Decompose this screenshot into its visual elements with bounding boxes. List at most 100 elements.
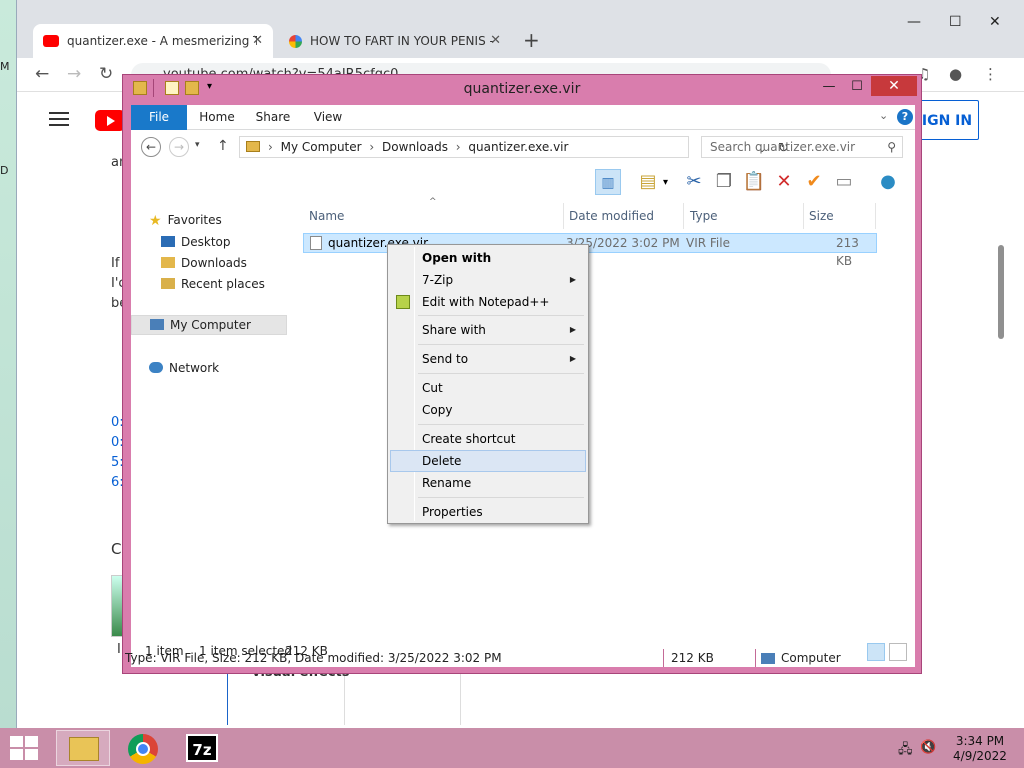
taskbar-file-explorer[interactable] [56,730,110,766]
file-explorer-icon [69,737,99,761]
profile-avatar-icon[interactable]: ● [949,65,962,83]
taskbar-chrome[interactable] [116,730,170,766]
reload-icon[interactable]: ↻ [99,64,113,84]
chevron-right-icon[interactable]: › [456,140,461,154]
nav-downloads[interactable]: Downloads [161,256,247,270]
recent-places-icon [161,278,175,289]
nav-favorites[interactable]: ★ Favorites [149,213,222,229]
tab-share[interactable]: Share [249,105,297,130]
tab-close-icon[interactable]: ✕ [252,33,263,48]
file-type: VIR File [686,236,730,250]
navigation-pane: ★ Favorites Desktop Downloads Recent plac… [131,203,289,639]
column-date-modified[interactable]: Date modified [569,209,654,223]
chevron-right-icon: › [268,140,273,154]
close-icon[interactable]: ✕ [989,14,1001,30]
close-icon[interactable]: ✕ [871,76,917,96]
check-icon[interactable]: ✔ [801,169,827,195]
minimize-icon[interactable]: — [817,77,841,97]
menu-item-edit-notepad[interactable]: Edit with Notepad++ [390,291,586,313]
explorer-title-bar[interactable]: ▾ quantizer.exe.vir — ☐ ✕ [123,75,921,105]
tab-home[interactable]: Home [193,105,241,130]
breadcrumb-downloads[interactable]: Downloads [382,140,448,154]
paste-icon[interactable]: 📋 [741,169,767,195]
clock-date: 4/9/2022 [953,749,1007,763]
column-size[interactable]: Size [809,209,834,223]
youtube-logo-icon[interactable] [95,110,125,131]
menu-item-create-shortcut[interactable]: Create shortcut [390,428,586,450]
network-icon[interactable]: 🖧 [898,740,913,762]
desktop-icon-label[interactable]: M [0,60,10,73]
menu-item-7zip[interactable]: 7-Zip ▶ [390,269,586,291]
column-name[interactable]: Name [309,209,344,223]
chrome-tab-youtube[interactable]: quantizer.exe - A mesmerizing Tr ✕ [33,24,273,58]
nav-my-computer[interactable]: My Computer [131,315,287,335]
taskbar-7zip[interactable]: 7z [176,730,230,766]
maximize-icon[interactable]: ☐ [949,14,962,30]
divider [755,649,756,667]
new-tab-button[interactable]: + [523,28,540,52]
desktop-icon-label[interactable]: D [0,164,8,177]
menu-item-cut[interactable]: Cut [390,377,586,399]
menu-dots-icon[interactable]: ⋮ [983,65,998,83]
menu-item-properties[interactable]: Properties [390,501,586,523]
file-size: 213 KB [836,236,859,268]
search-input[interactable]: Search quantizer.exe.vir ⚲ [701,136,903,158]
delete-icon[interactable]: ✕ [771,169,797,195]
globe-icon[interactable]: ● [875,169,901,195]
column-divider[interactable] [875,203,876,229]
ribbon: File Home Share View ⌄ ? [131,105,915,130]
forward-arrow-icon[interactable]: → [67,64,81,84]
description-text: If [111,256,120,271]
column-type[interactable]: Type [690,209,718,223]
search-icon: ⚲ [887,140,896,154]
network-icon [149,362,163,373]
rename-icon[interactable]: ▭ [831,169,857,195]
chevron-down-icon[interactable]: ▾ [663,177,668,188]
system-clock[interactable]: 3:34 PM 4/9/2022 [950,734,1010,764]
context-menu: Open with 7-Zip ▶ Edit with Notepad++ Sha… [387,244,589,524]
chrome-tab-google[interactable]: HOW TO FART IN YOUR PENIS - ✕ [279,24,511,58]
tab-close-icon[interactable]: ✕ [490,33,501,48]
column-divider[interactable] [803,203,804,229]
nav-network[interactable]: Network [149,361,219,375]
menu-item-send-to[interactable]: Send to ▶ [390,348,586,370]
help-icon[interactable]: ? [897,109,913,125]
recent-locations-icon[interactable]: ▾ [195,140,200,150]
maximize-icon[interactable]: ☐ [845,77,869,97]
menu-item-share-with[interactable]: Share with ▶ [390,319,586,341]
preview-pane-icon[interactable]: ▥ [595,169,621,195]
minimize-icon[interactable]: — [907,14,921,30]
menu-item-delete[interactable]: Delete [390,450,586,472]
tab-file[interactable]: File [131,105,187,130]
menu-item-rename[interactable]: Rename [390,472,586,494]
nav-desktop[interactable]: Desktop [161,235,231,249]
details-size: 212 KB [671,651,714,665]
back-arrow-icon[interactable]: ← [141,137,161,157]
youtube-icon [43,35,59,47]
column-divider[interactable] [563,203,564,229]
expand-ribbon-icon[interactable]: ⌄ [879,109,888,122]
notepad-plus-plus-icon [396,295,410,309]
breadcrumb-my-computer[interactable]: My Computer [281,140,362,154]
breadcrumb-current[interactable]: quantizer.exe.vir [468,140,568,154]
google-icon [289,34,302,48]
windows-start-icon[interactable] [10,736,38,760]
up-arrow-icon[interactable]: ↑ [217,138,229,154]
properties-icon[interactable]: ▤ [635,169,661,195]
copy-icon[interactable]: ❐ [711,169,737,195]
address-bar[interactable]: › My Computer › Downloads › quantizer.ex… [239,136,789,158]
computer-icon [150,319,164,330]
back-arrow-icon[interactable]: ← [35,64,49,84]
menu-item-copy[interactable]: Copy [390,399,586,421]
nav-recent-places[interactable]: Recent places [161,277,265,291]
column-divider[interactable] [683,203,684,229]
page-scrollbar[interactable] [998,245,1004,339]
hamburger-menu-icon[interactable] [49,112,69,126]
menu-item-open-with[interactable]: Open with [390,247,586,269]
tab-view[interactable]: View [305,105,351,130]
sign-in-button[interactable]: IGN IN [915,100,979,140]
cut-icon[interactable]: ✂ [681,169,707,195]
forward-arrow-icon[interactable]: → [169,137,189,157]
volume-muted-icon[interactable]: 🔇 [920,740,936,755]
chevron-right-icon[interactable]: › [369,140,374,154]
